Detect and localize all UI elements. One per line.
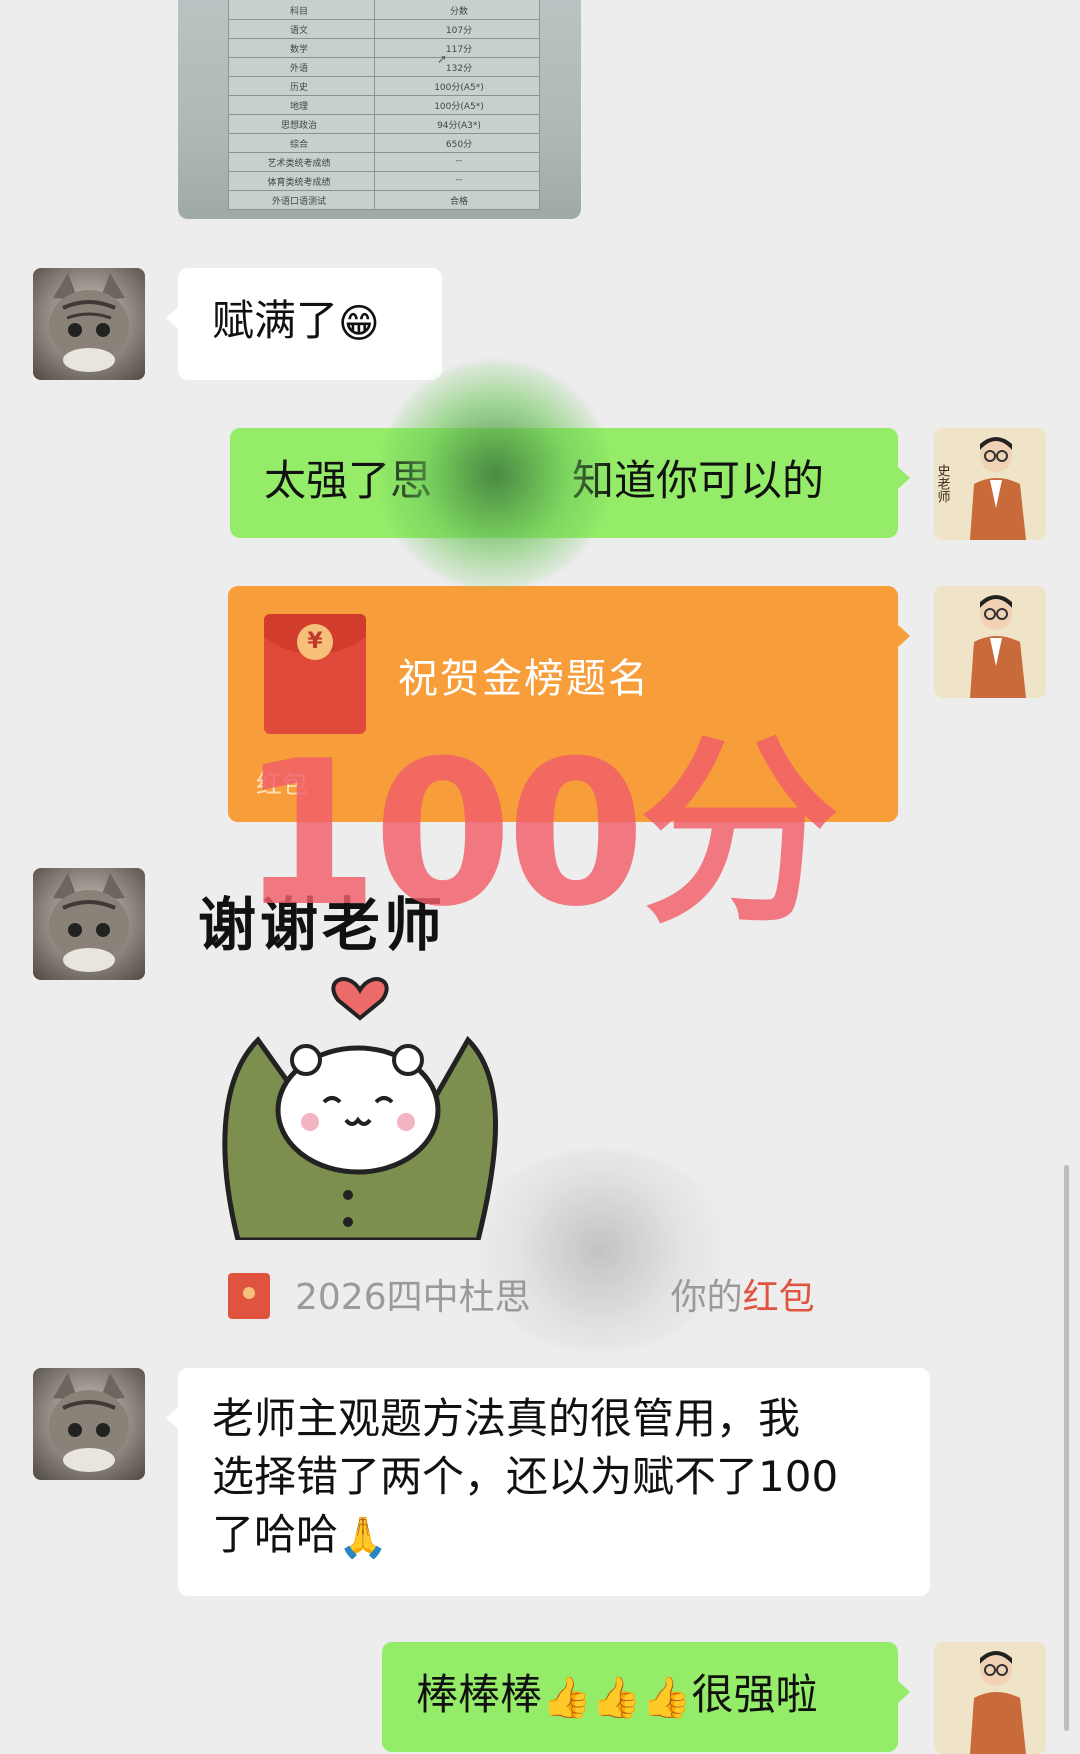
red-packet-link[interactable]: 红包: [743, 1277, 815, 1318]
bubble-tail: [166, 1406, 179, 1430]
bubble-tail: [897, 466, 910, 490]
table-row: 历史 100分(A5*): [229, 76, 539, 96]
table-row: 思想政治 94分(A3*): [229, 114, 539, 134]
yuan-coin-icon: ¥: [297, 624, 333, 660]
cell-subject: 艺术类统考成绩: [267, 159, 331, 169]
message-line: 了哈哈: [212, 1510, 339, 1559]
teacher-avatar[interactable]: 史老师: [934, 428, 1046, 540]
cell-subject: 数学: [289, 45, 308, 55]
score-sheet: 科目 分数 语文 107分 数学 117分 外语 132分 历史 100分(A5*) 地理…: [228, 0, 540, 210]
score-overlay-text: 100分: [240, 718, 839, 951]
table-row: 语文 107分: [229, 19, 539, 39]
cell-subject: 语文: [289, 26, 308, 36]
censor-scribble: [380, 360, 610, 590]
score-table-photo[interactable]: 科目 分数 语文 107分 数学 117分 外语 132分 历史 100分(A5*) 地理…: [178, 0, 581, 219]
table-row: 体育类统考成绩 --: [229, 171, 539, 191]
bubble-tail: [897, 1680, 910, 1704]
bubble-tail: [897, 624, 910, 648]
table-row: 科目 分数: [229, 0, 539, 20]
cell-subject: 地理: [289, 102, 308, 112]
cell-subject: 外语口语测试: [271, 197, 326, 207]
cell-subject: 思想政治: [280, 121, 317, 131]
table-row: 艺术类统考成绩 --: [229, 152, 539, 172]
message-line: 选择错了两个，还以为赋不了100: [212, 1452, 839, 1501]
bubble-tail: [166, 306, 179, 330]
red-packet-title: 祝贺金榜题名: [398, 656, 650, 702]
table-row: 外语 132分: [229, 57, 539, 77]
cell-score: 117分: [445, 45, 473, 55]
incoming-message-bubble[interactable]: 赋满了😁: [166, 268, 442, 380]
cell-score: --: [455, 156, 463, 166]
cell-score: 100分(A5*): [434, 102, 484, 112]
cell-score: 合格: [449, 197, 468, 207]
table-row: 综合 650分: [229, 133, 539, 153]
cell-subject: 外语: [289, 64, 308, 74]
mouse-cursor-icon: ➚: [437, 52, 448, 66]
cell-score: 107分: [445, 26, 473, 36]
multiline-text: 老师主观题方法真的很管用，我 选择错了两个，还以为赋不了100 了哈哈🙏: [212, 1390, 838, 1567]
teacher-avatar[interactable]: [934, 586, 1046, 698]
praying-hands-emoji-icon: 🙏: [338, 1514, 388, 1561]
table-header-score: 分数: [449, 7, 468, 17]
incoming-message-bubble[interactable]: 老师主观题方法真的很管用，我 选择错了两个，还以为赋不了100 了哈哈🙏: [166, 1368, 930, 1596]
cell-subject: 综合: [289, 140, 308, 150]
table-header-subject: 科目: [289, 7, 308, 17]
outgoing-message-bubble[interactable]: 棒棒棒👍👍👍很强啦: [382, 1642, 910, 1752]
system-notice: 2026四中杜思 你的红包: [295, 1268, 815, 1320]
message-text: 棒棒棒: [416, 1670, 543, 1719]
grin-emoji-icon: 😁: [338, 300, 380, 347]
cell-score: 100分(A5*): [434, 83, 484, 93]
teacher-avatar[interactable]: [934, 1642, 1046, 1754]
cell-score: 132分: [445, 64, 473, 74]
red-envelope-small-icon: [228, 1273, 270, 1319]
cell-score: 650分: [445, 140, 473, 150]
thumbs-up-emoji-icon: 👍👍👍: [542, 1674, 692, 1721]
cell-score: 94分(A3*): [437, 121, 481, 131]
red-envelope-icon: ¥: [264, 614, 366, 734]
message-text: 赋满了: [212, 296, 339, 345]
message-text-end: 很强啦: [691, 1670, 818, 1719]
cell-subject: 体育类统考成绩: [267, 178, 331, 188]
cat-avatar[interactable]: [33, 1368, 145, 1480]
table-row: 地理 100分(A5*): [229, 95, 539, 115]
cat-avatar[interactable]: [33, 868, 145, 980]
table-row: 数学 117分: [229, 38, 539, 58]
teacher-name-label: 史老师: [935, 464, 951, 503]
cell-score: --: [455, 175, 463, 185]
system-notice-prefix: 2026四中杜思: [295, 1277, 531, 1318]
bear-sticker-icon: [222, 977, 498, 1240]
scrollbar[interactable]: [1064, 1165, 1069, 1731]
cell-subject: 历史: [289, 83, 308, 93]
cat-avatar[interactable]: [33, 268, 145, 380]
table-row: 外语口语测试 合格: [229, 190, 539, 210]
system-notice-suffix: 你的: [670, 1277, 743, 1318]
message-line: 老师主观题方法真的很管用，我: [212, 1394, 801, 1443]
